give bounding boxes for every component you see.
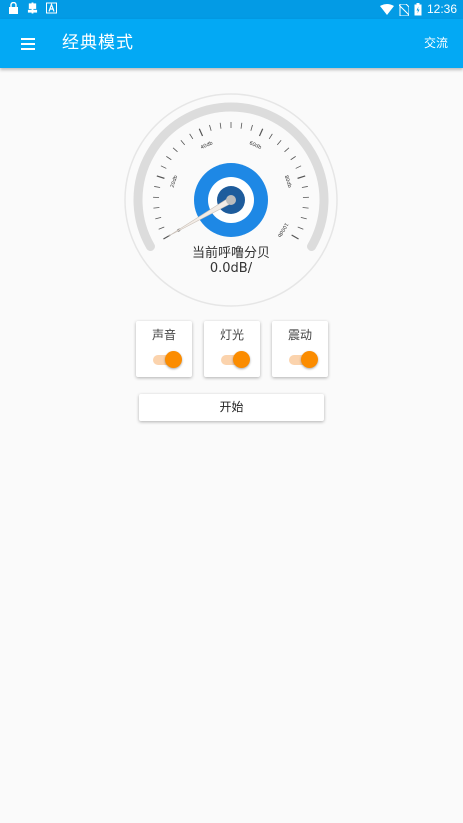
status-notifications (8, 2, 57, 14)
sound-toggle-label: 声音 (151, 328, 176, 342)
hamburger-line (21, 43, 35, 45)
light-switch[interactable] (221, 351, 250, 369)
sound-toggle-card: 声音 (136, 321, 192, 377)
switch-thumb (301, 351, 318, 368)
page-title: 经典模式 (62, 33, 134, 53)
gauge-value: 0.0dB/ (209, 261, 253, 276)
vibration-toggle-card: 震动 (272, 321, 328, 377)
status-system-icons: 12:36 (379, 2, 457, 17)
vibration-toggle-label: 震动 (287, 328, 312, 342)
font-notification-icon (46, 2, 57, 14)
app-bar: 经典模式 交流 (0, 19, 463, 68)
hamburger-line (21, 48, 35, 50)
battery-icon (414, 3, 422, 16)
vibration-switch[interactable] (289, 351, 318, 369)
status-time: 12:36 (426, 2, 457, 16)
light-toggle-card: 灯光 (204, 321, 260, 377)
hamburger-menu-icon (21, 38, 35, 40)
wifi-icon (379, 4, 394, 15)
sound-switch[interactable] (153, 351, 182, 369)
lock-notification-icon (9, 2, 18, 14)
decibel-gauge: 020db40db60db80db100db 当前呼噜分贝 0.0dB/ (123, 92, 339, 308)
bug-notification-icon (27, 2, 38, 14)
switch-thumb (165, 351, 182, 368)
status-bar: 12:36 (0, 0, 463, 19)
gauge-caption: 当前呼噜分贝 (191, 246, 270, 261)
no-sim-icon (398, 3, 409, 16)
switch-thumb (233, 351, 250, 368)
exchange-button[interactable]: 交流 (424, 34, 448, 52)
menu-button[interactable] (12, 31, 42, 57)
light-toggle-label: 灯光 (219, 328, 244, 342)
gauge-needle-pivot (226, 195, 236, 205)
start-button[interactable]: 开始 (139, 394, 324, 421)
